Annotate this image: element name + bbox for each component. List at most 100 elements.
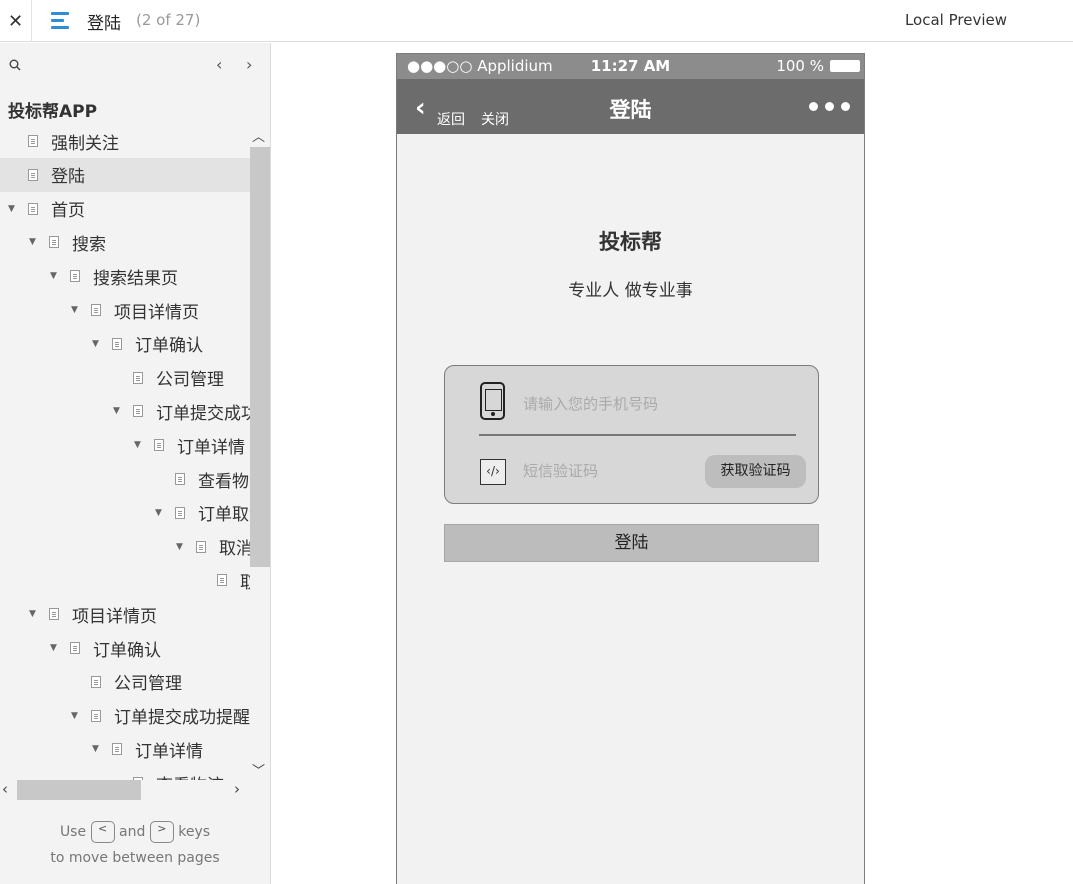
page-icon — [91, 675, 101, 688]
hint-use: Use — [59, 824, 87, 840]
tree-item[interactable]: 登陆 — [0, 157, 250, 192]
page-icon — [112, 337, 122, 350]
expand-caret-icon[interactable]: ▼ — [92, 744, 99, 754]
page-icon — [196, 540, 206, 553]
menu-icon[interactable] — [48, 9, 72, 33]
page-title: 登陆 — [87, 14, 121, 34]
page-icon — [28, 202, 38, 215]
tree-item[interactable]: ▼ 搜索 — [0, 225, 250, 259]
tree-item-label: 搜索结果页 — [93, 268, 178, 289]
page-icon — [175, 473, 185, 485]
tree-item[interactable]: 查看物流 — [0, 766, 250, 780]
tree-item-label: 公司管理 — [114, 674, 182, 695]
tree-item[interactable]: ▼ 订单确认 — [0, 327, 250, 361]
close-button[interactable]: ✕ — [0, 0, 32, 42]
scroll-up-icon[interactable]: ︿ — [252, 126, 265, 145]
tree-item-label: 项目详情页 — [114, 302, 199, 323]
page-icon — [70, 270, 80, 283]
page-count: (2 of 27) — [136, 11, 201, 29]
tree-item-label: 查看物流 — [156, 771, 224, 780]
tree-item[interactable]: 取 — [0, 563, 250, 597]
scroll-down-icon[interactable]: ﹀ — [252, 760, 265, 779]
page-icon — [133, 405, 143, 418]
expand-caret-icon[interactable]: ▼ — [50, 271, 57, 281]
tree-item[interactable]: ▼ 订单详情 — [0, 732, 250, 766]
expand-caret-icon[interactable]: ▼ — [155, 508, 162, 518]
code-icon: ‹/› — [480, 459, 506, 485]
local-preview-link[interactable]: Local Preview — [905, 11, 1007, 29]
expand-caret-icon[interactable]: ▼ — [176, 542, 183, 552]
search-icon[interactable] — [9, 59, 21, 71]
project-title: 投标帮APP — [8, 102, 98, 122]
expand-caret-icon[interactable]: ▼ — [29, 609, 36, 619]
tree-item[interactable]: ▼ 首页 — [0, 192, 250, 226]
key-prev-icon: < — [90, 821, 115, 843]
phone-number-input[interactable] — [523, 392, 793, 416]
tree-item-label: 订单详情 — [135, 741, 203, 762]
previous-page-button[interactable]: ‹ — [216, 55, 222, 74]
page-icon — [49, 608, 59, 621]
tree-item[interactable]: ▼ 订单提交成功 — [0, 394, 250, 428]
brand-name: 投标帮 — [599, 230, 662, 254]
tree-item-label: 查看物流 — [198, 471, 250, 492]
expand-caret-icon[interactable]: ▼ — [92, 339, 99, 349]
tree-item-label: 取 — [240, 572, 250, 593]
search-row: ‹ › — [0, 43, 270, 87]
page-tree: 强制关注 登陆 ▼ 首页 ▼ 搜索 ▼ 搜索结果页 ▼ 项目详情页 ▼ 订单确认 公司管理 ▼ 订单提交成功… — [0, 124, 250, 780]
page-icon — [91, 304, 101, 316]
vertical-scroll-thumb[interactable] — [250, 147, 270, 567]
tree-item-label: 项目详情页 — [72, 606, 157, 627]
hint-and: and — [119, 824, 146, 840]
page-icon — [175, 506, 185, 519]
tree-item[interactable]: ▼ 订单详情 — [0, 428, 250, 462]
nav-title: 登陆 — [609, 98, 652, 122]
hint-line-2: to move between pages — [50, 850, 220, 866]
tree-item[interactable]: ▼ 搜索结果页 — [0, 259, 250, 293]
battery-label: 100 % — [776, 57, 824, 75]
close-icon: ✕ — [7, 10, 24, 32]
tree-item-label: 登陆 — [51, 167, 85, 188]
field-divider — [479, 434, 796, 436]
tree-item[interactable]: ▼ 订单提交成功提醒 — [0, 699, 250, 733]
page-icon — [91, 709, 101, 722]
page-icon — [28, 135, 38, 147]
status-bar: ●●●○○ Applidium 11:27 AM 100 % — [397, 54, 864, 79]
slogan: 专业人 做专业事 — [568, 281, 693, 301]
sms-code-input[interactable] — [523, 459, 693, 483]
tree-item[interactable]: 公司管理 — [0, 361, 250, 395]
tree-item[interactable]: 强制关注 — [0, 124, 250, 158]
hint-keys: keys — [178, 824, 211, 840]
tree-item-label: 订单提交成功 — [156, 403, 250, 424]
page-icon — [70, 642, 80, 654]
expand-caret-icon[interactable]: ▼ — [50, 643, 57, 653]
tree-item[interactable]: 查看物流 — [0, 462, 250, 496]
scroll-left-icon[interactable]: ‹ — [2, 780, 8, 798]
nav-bar: ‹ 返回 关闭 登陆 — [397, 79, 864, 134]
more-icon[interactable] — [809, 102, 850, 111]
tree-item[interactable]: ▼ 订单确认 — [0, 631, 250, 665]
tree-item[interactable]: ▼ 项目详情页 — [0, 597, 250, 631]
expand-caret-icon[interactable]: ▼ — [29, 237, 36, 247]
page-icon — [112, 743, 122, 756]
expand-caret-icon[interactable]: ▼ — [134, 440, 141, 450]
tree-item[interactable]: ▼ 取消 — [0, 530, 250, 564]
keyboard-hint: Use < and > keys to move between pages — [0, 819, 270, 871]
expand-caret-icon[interactable]: ▼ — [113, 406, 120, 416]
scroll-right-icon[interactable]: › — [234, 780, 240, 798]
phone-preview: ●●●○○ Applidium 11:27 AM 100 % ‹ 返回 关闭 登… — [396, 53, 865, 884]
next-page-button[interactable]: › — [246, 55, 252, 74]
page-icon — [28, 168, 38, 181]
expand-caret-icon[interactable]: ▼ — [71, 305, 78, 315]
horizontal-scroll-thumb[interactable] — [17, 780, 141, 800]
tree-item[interactable]: ▼ 项目详情页 — [0, 293, 250, 327]
tree-item[interactable]: ▼ 订单取消 — [0, 496, 250, 530]
key-next-icon: > — [149, 821, 174, 843]
login-button[interactable]: 登陆 — [444, 524, 819, 562]
tree-item[interactable]: 公司管理 — [0, 665, 250, 699]
expand-caret-icon[interactable]: ▼ — [71, 711, 78, 721]
sitemap-sidebar: ‹ › 投标帮APP 强制关注 登陆 ▼ 首页 ▼ 搜索 ▼ 搜索结果页 ▼ 项目详情页 ▼ 订单确认… — [0, 43, 271, 884]
mobile-phone-icon — [480, 382, 505, 420]
page-icon — [217, 574, 227, 587]
expand-caret-icon[interactable]: ▼ — [8, 204, 15, 214]
get-code-button[interactable]: 获取验证码 — [705, 455, 806, 488]
